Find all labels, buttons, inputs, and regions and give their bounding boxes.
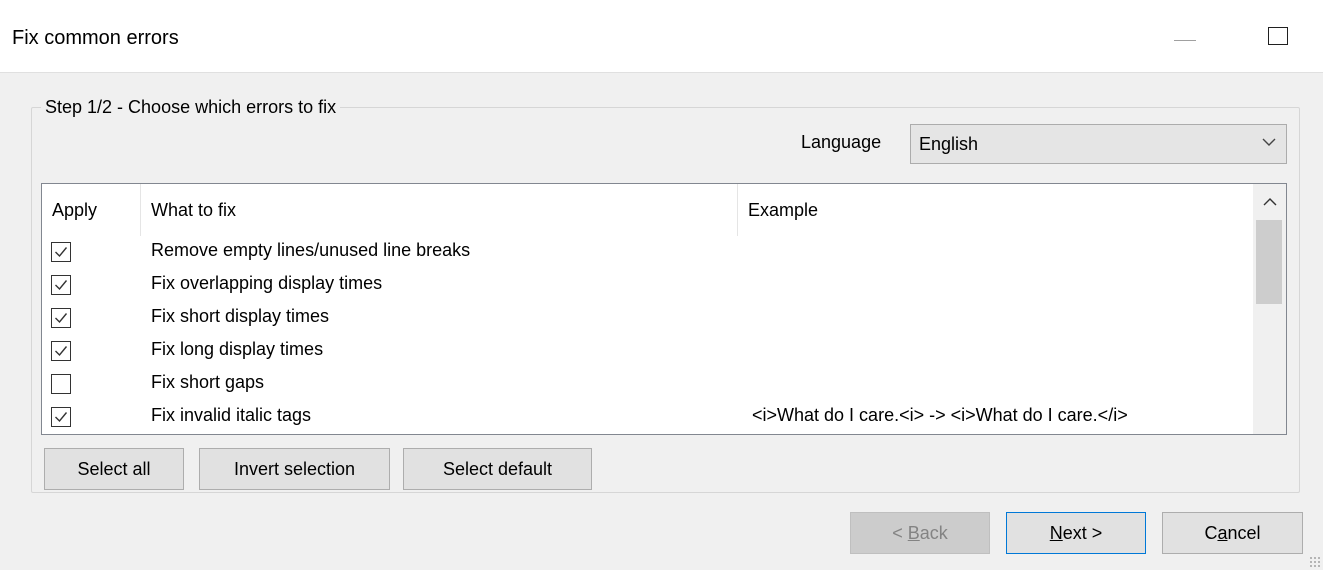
table-row[interactable]: Fix short gaps bbox=[42, 368, 1254, 401]
language-select[interactable]: English bbox=[910, 124, 1287, 164]
checkbox-checked[interactable] bbox=[51, 275, 71, 295]
cell-what-to-fix: Remove empty lines/unused line breaks bbox=[151, 240, 471, 260]
column-header-example[interactable]: Example bbox=[738, 184, 1254, 236]
checkmark-icon bbox=[55, 313, 68, 324]
checkbox-checked[interactable] bbox=[51, 242, 71, 262]
checkbox-checked[interactable] bbox=[51, 308, 71, 328]
back-label-prefix: < bbox=[892, 522, 908, 543]
checkmark-icon bbox=[55, 346, 68, 357]
next-button[interactable]: Next > bbox=[1006, 512, 1146, 554]
back-button[interactable]: < Back bbox=[850, 512, 990, 554]
cancel-mnemonic: a bbox=[1217, 522, 1228, 543]
cell-what-to-fix: Fix short display times bbox=[151, 306, 330, 326]
next-mnemonic: N bbox=[1049, 522, 1063, 543]
checkmark-icon bbox=[55, 247, 68, 258]
cancel-button[interactable]: Ca ncel bbox=[1162, 512, 1303, 554]
table-row-partial[interactable] bbox=[42, 434, 1254, 435]
select-default-button[interactable]: Select default bbox=[403, 448, 592, 490]
vertical-scrollbar[interactable] bbox=[1253, 184, 1286, 434]
invert-selection-button[interactable]: Invert selection bbox=[199, 448, 390, 490]
cell-what-to-fix: Fix overlapping display times bbox=[151, 273, 383, 293]
cell-what-to-fix: Fix short gaps bbox=[151, 372, 265, 392]
column-header-apply[interactable]: Apply bbox=[42, 184, 141, 236]
checkbox-checked[interactable] bbox=[51, 341, 71, 361]
table-row[interactable]: Fix overlapping display times bbox=[42, 269, 1254, 302]
back-label-rest: ack bbox=[919, 522, 948, 543]
language-value: English bbox=[919, 134, 979, 154]
resize-grip-icon[interactable] bbox=[1309, 556, 1321, 568]
fix-list[interactable]: Apply What to fix Example Remove empty l… bbox=[41, 183, 1287, 435]
chevron-down-icon bbox=[1262, 134, 1276, 152]
next-label-rest: ext > bbox=[1062, 522, 1103, 543]
checkbox-checked[interactable] bbox=[51, 407, 71, 427]
cell-what-to-fix: Fix invalid italic tags bbox=[151, 405, 312, 425]
cancel-label-pre: C bbox=[1204, 522, 1218, 543]
cancel-label-rest: ncel bbox=[1227, 522, 1261, 543]
checkmark-icon bbox=[55, 280, 68, 291]
scroll-thumb[interactable] bbox=[1256, 220, 1282, 304]
list-header: Apply What to fix Example bbox=[42, 184, 1254, 236]
table-row[interactable]: Fix long display times bbox=[42, 335, 1254, 368]
step-legend: Step 1/2 - Choose which errors to fix bbox=[41, 96, 341, 118]
cell-example: <i>What do I care.<i> -> <i>What do I ca… bbox=[752, 405, 1128, 425]
maximize-button[interactable] bbox=[1268, 27, 1288, 45]
select-all-button[interactable]: Select all bbox=[44, 448, 184, 490]
minimize-button[interactable] bbox=[1174, 40, 1196, 41]
back-mnemonic: B bbox=[907, 522, 920, 543]
table-row[interactable]: Fix invalid italic tags <i>What do I care… bbox=[42, 401, 1254, 434]
cell-what-to-fix: Fix long display times bbox=[151, 339, 324, 359]
column-header-what[interactable]: What to fix bbox=[141, 184, 738, 236]
checkmark-icon bbox=[55, 412, 68, 423]
language-label: Language bbox=[801, 132, 882, 152]
window-title: Fix common errors bbox=[12, 27, 179, 49]
table-row[interactable]: Fix short display times bbox=[42, 302, 1254, 335]
scroll-up-icon[interactable] bbox=[1253, 188, 1286, 218]
checkbox-unchecked[interactable] bbox=[51, 374, 71, 394]
table-row[interactable]: Remove empty lines/unused line breaks bbox=[42, 236, 1254, 269]
title-bar: Fix common errors bbox=[0, 0, 1323, 73]
